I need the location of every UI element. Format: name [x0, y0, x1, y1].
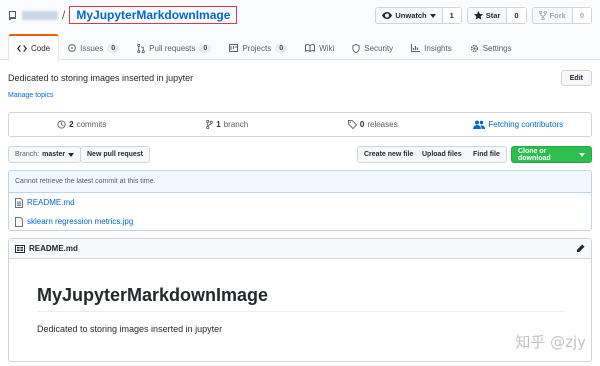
branch-count: 1 — [216, 120, 221, 129]
list-item[interactable]: sklearn regression metrics.jpg — [9, 212, 591, 230]
star-label: Star — [485, 11, 501, 20]
star-icon — [473, 11, 483, 20]
owner-name[interactable] — [22, 10, 58, 20]
star-button-group: Star 0 — [466, 7, 527, 24]
commits-count: 2 — [69, 120, 74, 129]
tab-code-label: Code — [31, 44, 51, 53]
fork-button[interactable]: Fork — [533, 8, 572, 23]
repo-tabs: Code Issues 0 Pull requests 0 Projects 0… — [8, 33, 521, 61]
projects-count: 0 — [275, 43, 288, 53]
readme-header: README.md — [9, 239, 591, 259]
repo-icon — [8, 10, 18, 21]
branches-link[interactable]: 1 branch — [155, 113, 301, 136]
tab-wiki[interactable]: Wiki — [296, 34, 343, 61]
shield-icon — [352, 43, 360, 53]
tab-settings-label: Settings — [482, 43, 512, 53]
book-icon — [15, 244, 25, 253]
commits-label: commits — [76, 120, 107, 129]
branch-prefix: Branch: — [15, 151, 40, 158]
divider — [37, 311, 565, 312]
pencil-icon[interactable] — [576, 244, 585, 253]
gear-icon — [470, 44, 479, 53]
create-new-file-button[interactable]: Create new file — [357, 146, 421, 163]
graph-icon — [411, 44, 421, 52]
issues-count: 0 — [107, 43, 120, 53]
upload-files-button[interactable]: Upload files — [416, 146, 469, 163]
branch-label: branch — [223, 120, 249, 129]
book-icon — [305, 44, 316, 52]
list-item[interactable]: README.md — [9, 193, 591, 212]
repo-title: / MyJupyterMarkdownImage — [8, 6, 238, 24]
tab-code[interactable]: Code — [8, 34, 60, 61]
pull-requests-count: 0 — [199, 43, 212, 53]
unwatch-button-group: Unwatch 1 — [375, 7, 462, 24]
file-name[interactable]: sklearn regression metrics.jpg — [27, 217, 133, 226]
tab-issues[interactable]: Issues 0 — [59, 34, 128, 61]
eye-icon — [382, 12, 393, 19]
tab-security-label: Security — [364, 43, 394, 53]
branch-icon — [206, 120, 214, 129]
releases-label: releases — [367, 120, 398, 129]
star-button[interactable]: Star — [468, 8, 507, 23]
file-navigation: Branch: master New pull request Create n… — [8, 146, 592, 163]
find-file-button[interactable]: Find file — [467, 146, 507, 163]
forks-count[interactable]: 0 — [571, 8, 591, 23]
path-separator: / — [62, 8, 66, 22]
contributors-link[interactable]: Fetching contributors — [446, 113, 592, 136]
tab-pull-requests[interactable]: Pull requests 0 — [128, 34, 220, 61]
stars-count[interactable]: 0 — [506, 8, 526, 23]
commit-tease: Cannot retrieve the latest commit at thi… — [9, 171, 591, 193]
branch-name: master — [42, 151, 66, 158]
tab-settings[interactable]: Settings — [461, 34, 521, 61]
tag-icon — [347, 120, 357, 129]
tab-insights[interactable]: Insights — [402, 34, 461, 61]
manage-topics-link[interactable]: Manage topics — [8, 92, 54, 99]
file-name[interactable]: README.md — [27, 198, 75, 207]
edit-description-button[interactable]: Edit — [560, 70, 592, 86]
tab-pull-requests-label: Pull requests — [149, 43, 196, 53]
file-icon — [15, 216, 23, 227]
repo-name-link[interactable]: MyJupyterMarkdownImage — [69, 6, 238, 24]
code-icon — [17, 45, 27, 52]
releases-count: 0 — [359, 120, 365, 129]
unwatch-button[interactable]: Unwatch — [376, 8, 441, 23]
clone-download-button[interactable]: Clone or download — [511, 146, 592, 163]
tab-wiki-label: Wiki — [319, 43, 335, 53]
issue-icon — [68, 44, 77, 52]
tab-issues-label: Issues — [80, 43, 104, 53]
readme-body: Dedicated to storing images inserted in … — [37, 324, 223, 334]
tab-projects[interactable]: Projects 0 — [220, 34, 296, 61]
repo-actions: Unwatch 1 Star 0 Fork 0 — [375, 7, 592, 24]
watermark: 知乎 @zjy — [515, 333, 586, 351]
file-list: Cannot retrieve the latest commit at thi… — [8, 170, 592, 231]
pull-request-icon — [137, 43, 145, 53]
caret-down-icon — [68, 152, 75, 157]
branch-select-button[interactable]: Branch: master — [8, 146, 82, 163]
new-pull-request-button[interactable]: New pull request — [80, 146, 151, 163]
tab-security[interactable]: Security — [343, 34, 402, 61]
fork-icon — [538, 11, 547, 20]
contributors-label: Fetching contributors — [488, 120, 564, 129]
numbers-summary: 2 commits 1 branch 0 releases Fetching c… — [8, 112, 592, 137]
fork-button-group: Fork 0 — [531, 7, 592, 24]
file-icon — [15, 197, 23, 208]
readme-filename: README.md — [29, 244, 78, 253]
caret-down-icon — [579, 152, 585, 157]
releases-link[interactable]: 0 releases — [300, 113, 446, 136]
tab-projects-label: Projects — [242, 43, 272, 53]
commits-link[interactable]: 2 commits — [9, 113, 155, 136]
watchers-count[interactable]: 1 — [441, 8, 461, 23]
repo-header: / MyJupyterMarkdownImage Unwatch 1 Star … — [0, 0, 600, 61]
tab-insights-label: Insights — [424, 43, 452, 53]
clone-download-label: Clone or download — [518, 147, 551, 162]
readme-title: MyJupyterMarkdownImage — [37, 285, 269, 305]
caret-down-icon — [429, 13, 436, 18]
readme-box: README.md MyJupyterMarkdownImage Dedicat… — [8, 238, 592, 362]
history-icon — [57, 120, 66, 129]
people-icon — [473, 120, 486, 129]
fork-label: Fork — [549, 11, 566, 20]
project-icon — [229, 44, 239, 52]
unwatch-label: Unwatch — [395, 11, 427, 20]
repo-description: Dedicated to storing images inserted in … — [8, 73, 194, 83]
